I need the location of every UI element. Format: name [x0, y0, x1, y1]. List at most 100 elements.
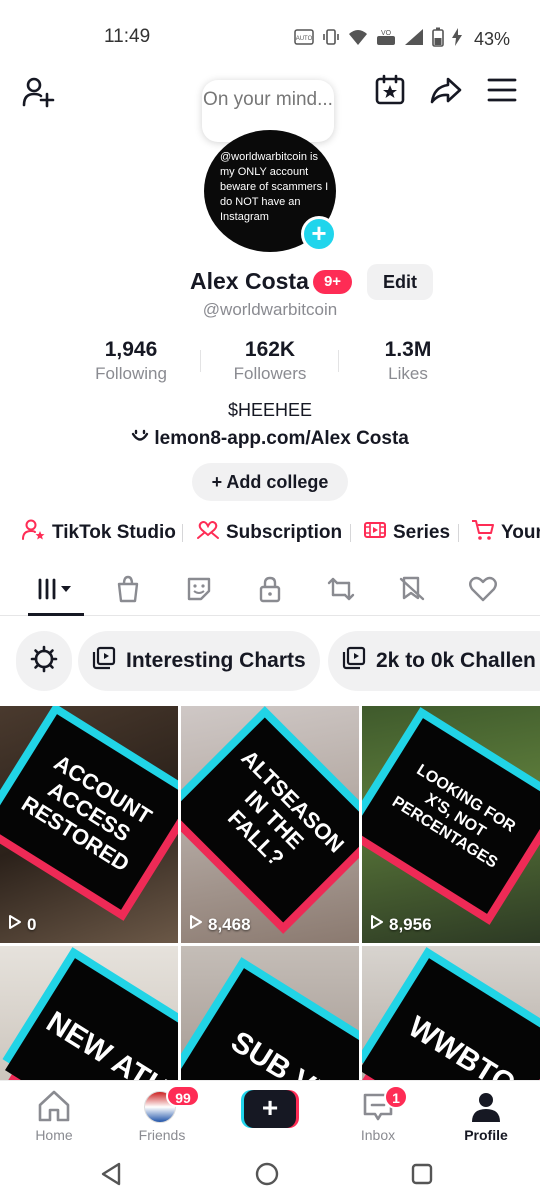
stat-label: Followers [233, 364, 307, 383]
tiktok-studio-link[interactable]: TikTok Studio [22, 516, 176, 550]
playlist-chip[interactable]: Interesting Charts [78, 631, 320, 691]
nav-inbox[interactable]: 1 Inbox [338, 1085, 418, 1145]
video-tile[interactable]: ALTSEASON IN THE FALL? 8,468 [181, 706, 359, 943]
profile-stats: 1,946 Following 162K Followers 1.3M Like… [0, 338, 540, 388]
video-tile[interactable]: WWBTC [362, 946, 540, 1080]
create-button[interactable]: + [241, 1090, 299, 1128]
status-icons: AUTO VO 43% [294, 27, 510, 51]
tab-liked[interactable] [458, 572, 508, 610]
profile-username: @worldwarbitcoin [202, 300, 338, 319]
quick-links-row: TikTok Studio Subscription Series Your [0, 516, 540, 550]
notification-badge[interactable]: 9+ [313, 270, 352, 294]
recents-square-icon[interactable] [411, 1163, 433, 1190]
gear-icon [30, 645, 58, 678]
stat-label: Following [95, 364, 167, 383]
home-circle-icon[interactable] [255, 1162, 279, 1191]
wifi-icon [348, 28, 368, 50]
playlists-row: Interesting Charts 2k to 0k Challen [0, 631, 540, 691]
your-orders-link[interactable]: Your [471, 516, 540, 550]
video-tile[interactable]: SUB VI [181, 946, 359, 1080]
view-count-value: 0 [27, 914, 37, 934]
hand-heart-icon [196, 518, 220, 548]
stat-value: 1.3M [384, 338, 432, 361]
tab-shop[interactable] [103, 572, 153, 610]
playlist-chip[interactable]: 2k to 0k Challen [328, 631, 540, 691]
playlist-label: Interesting Charts [126, 649, 306, 672]
vibrate-icon [322, 28, 340, 50]
profile-name: Alex Costa [190, 268, 309, 294]
tab-favorites-hidden[interactable] [387, 572, 437, 610]
inbox-badge: 1 [384, 1085, 408, 1109]
series-link[interactable]: Series [363, 516, 450, 550]
svg-text:AUTO: AUTO [296, 36, 313, 42]
subscription-link[interactable]: Subscription [196, 516, 342, 550]
battery-icon [432, 27, 444, 51]
video-tile[interactable]: ACCOUNT ACCESS RESTORED 0 [0, 706, 178, 943]
edit-profile-button[interactable]: Edit [367, 264, 433, 300]
repost-icon [326, 575, 356, 608]
back-triangle-icon[interactable] [100, 1162, 122, 1191]
quick-link-label: Subscription [226, 522, 343, 543]
play-outline-icon [189, 914, 203, 935]
playlist-icon [342, 646, 366, 676]
tab-videos[interactable] [32, 572, 82, 610]
hamburger-menu-icon [487, 77, 517, 108]
calendar-star-button[interactable] [368, 70, 412, 114]
status-bar: 11:49 AUTO VO 43% [0, 0, 540, 70]
bottom-nav: Home 99 Friends + 1 Inbox Profile [0, 1080, 540, 1146]
nav-label: Inbox [360, 1127, 396, 1143]
tab-stickers[interactable] [174, 572, 224, 610]
view-count-value: 8,956 [389, 914, 432, 934]
video-tile[interactable]: LOOKING FOR X'S, NOT PERCENTAGES 8,956 [362, 706, 540, 943]
plus-icon: + [244, 1090, 296, 1128]
profile-person-icon [470, 1091, 502, 1128]
profile-link[interactable]: lemon8-app.com/Alex Costa [0, 428, 540, 450]
add-person-icon [21, 75, 55, 114]
view-count: 0 [8, 914, 36, 935]
lemon8-icon [131, 428, 154, 449]
video-tile[interactable]: NEW ATH [0, 946, 178, 1080]
stat-likes[interactable]: 1.3M Likes [348, 338, 468, 384]
play-outline-icon [370, 914, 384, 935]
nav-label: Friends [138, 1127, 186, 1143]
home-icon [36, 1089, 72, 1128]
quick-link-label: Your [501, 522, 540, 543]
stat-followers[interactable]: 162K Followers [210, 338, 330, 384]
nav-home[interactable]: Home [14, 1085, 94, 1145]
playlist-settings-button[interactable] [16, 631, 72, 691]
system-nav-bar [0, 1146, 540, 1200]
play-outline-icon [8, 914, 22, 935]
separator [458, 524, 459, 542]
share-arrow-icon [429, 73, 463, 112]
stat-divider [200, 350, 201, 372]
tab-private[interactable] [245, 572, 295, 610]
stat-divider [338, 350, 339, 372]
add-friend-button[interactable] [16, 72, 60, 116]
stat-value: 162K [244, 338, 296, 361]
view-count-value: 8,468 [208, 914, 251, 934]
active-tab-indicator [28, 613, 84, 616]
cart-icon [471, 518, 495, 548]
plus-icon: + [211, 472, 223, 492]
add-college-button[interactable]: + Add college [192, 463, 348, 501]
nav-label: Profile [464, 1127, 508, 1143]
menu-button[interactable] [480, 70, 524, 114]
add-story-button[interactable]: + [301, 216, 337, 252]
film-icon [363, 518, 387, 548]
auto-brightness-icon: AUTO [294, 28, 314, 50]
svg-text:VO: VO [381, 30, 392, 37]
stat-following[interactable]: 1,946 Following [71, 338, 191, 384]
quick-link-label: Series [393, 522, 451, 543]
content-tabs [0, 568, 540, 616]
shopping-bag-icon [114, 575, 142, 608]
bookmark-hidden-icon [398, 575, 426, 608]
tab-reposts[interactable] [316, 572, 366, 610]
friends-badge: 99 [166, 1085, 200, 1107]
nav-profile[interactable]: Profile [446, 1085, 526, 1145]
nav-friends[interactable]: 99 Friends [122, 1085, 202, 1145]
plus-icon: + [311, 218, 327, 248]
share-profile-button[interactable] [424, 70, 468, 114]
separator [182, 524, 183, 542]
profile-name-row: Alex Costa 9+ Edit [0, 264, 540, 300]
calendar-star-icon [373, 73, 407, 112]
